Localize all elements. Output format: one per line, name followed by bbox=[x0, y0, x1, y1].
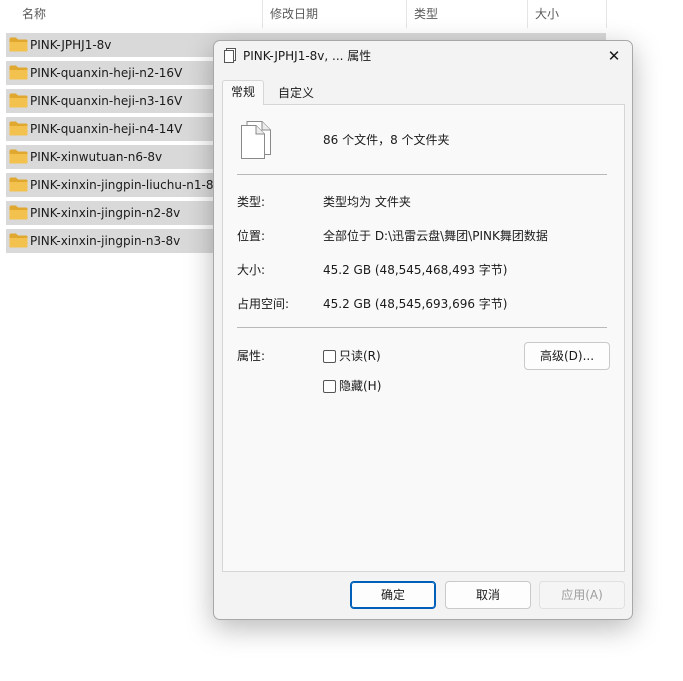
folder-icon bbox=[9, 233, 28, 248]
list-item-label: PINK-quanxin-heji-n4-14V bbox=[30, 122, 183, 136]
list-item-label: PINK-xinxin-jingpin-n2-8v bbox=[30, 206, 181, 220]
checkbox-box[interactable] bbox=[323, 350, 336, 363]
advanced-button[interactable]: 高级(D)... bbox=[524, 342, 610, 370]
folder-icon bbox=[9, 177, 28, 192]
disk-size-label: 占用空间: bbox=[237, 297, 290, 311]
folder-icon bbox=[9, 93, 28, 108]
divider bbox=[237, 327, 607, 328]
apply-button[interactable]: 应用(A) bbox=[539, 581, 625, 609]
folder-icon bbox=[9, 65, 28, 80]
location-value: 全部位于 D:\迅雷云盘\舞团\PINK舞团数据 bbox=[323, 229, 548, 243]
sort-ascending-icon: ^ bbox=[134, 0, 143, 7]
documents-icon bbox=[224, 48, 236, 63]
column-header-name[interactable]: 名称 bbox=[22, 0, 46, 28]
column-header-size[interactable]: 大小 bbox=[535, 0, 559, 28]
checkbox-box[interactable] bbox=[323, 380, 336, 393]
column-header-modified[interactable]: 修改日期 bbox=[270, 0, 318, 28]
dialog-title: PINK-JPHJ1-8v, ... 属性 bbox=[243, 49, 372, 63]
tab-general[interactable]: 常规 bbox=[222, 80, 265, 105]
properties-dialog: PINK-JPHJ1-8v, ... 属性 ✕ 常规 自定义 86 个文件，8 … bbox=[213, 40, 633, 620]
readonly-checkbox-label: 只读(R) bbox=[339, 349, 381, 363]
column-divider[interactable] bbox=[406, 0, 407, 28]
attributes-label: 属性: bbox=[237, 349, 266, 363]
folder-icon bbox=[9, 149, 28, 164]
list-item-label: PINK-xinxin-jingpin-n3-8v bbox=[30, 234, 181, 248]
folder-icon bbox=[9, 205, 28, 220]
column-header-type[interactable]: 类型 bbox=[414, 0, 438, 28]
hidden-checkbox-label: 隐藏(H) bbox=[339, 379, 382, 393]
column-header-bar: 名称 ^ 修改日期 类型 大小 bbox=[0, 0, 683, 28]
column-divider[interactable] bbox=[262, 0, 263, 28]
location-label: 位置: bbox=[237, 229, 266, 243]
selection-summary: 86 个文件，8 个文件夹 bbox=[323, 133, 450, 147]
column-divider[interactable] bbox=[527, 0, 528, 28]
cancel-button[interactable]: 取消 bbox=[445, 581, 531, 609]
type-label: 类型: bbox=[237, 195, 266, 209]
list-item-label: PINK-JPHJ1-8v bbox=[30, 38, 112, 52]
close-icon[interactable]: ✕ bbox=[600, 43, 628, 69]
tab-panel-general: 86 个文件，8 个文件夹 类型: 类型均为 文件夹 位置: 全部位于 D:\迅… bbox=[222, 104, 625, 572]
folder-icon bbox=[9, 121, 28, 136]
disk-size-value: 45.2 GB (48,545,693,696 字节) bbox=[323, 297, 508, 311]
type-value: 类型均为 文件夹 bbox=[323, 195, 411, 209]
list-item-label: PINK-quanxin-heji-n3-16V bbox=[30, 94, 183, 108]
multiple-files-icon bbox=[241, 121, 271, 159]
dialog-titlebar[interactable]: PINK-JPHJ1-8v, ... 属性 ✕ bbox=[214, 41, 632, 71]
column-divider[interactable] bbox=[606, 0, 607, 28]
list-item-label: PINK-quanxin-heji-n2-16V bbox=[30, 66, 183, 80]
list-item-label: PINK-xinxin-jingpin-liuchu-n1-8v bbox=[30, 178, 221, 192]
size-label: 大小: bbox=[237, 263, 266, 277]
size-value: 45.2 GB (48,545,468,493 字节) bbox=[323, 263, 508, 277]
list-item-label: PINK-xinwutuan-n6-8v bbox=[30, 150, 163, 164]
ok-button[interactable]: 确定 bbox=[350, 581, 436, 609]
divider bbox=[237, 174, 607, 175]
tab-custom[interactable]: 自定义 bbox=[270, 83, 322, 103]
folder-icon bbox=[9, 37, 28, 52]
